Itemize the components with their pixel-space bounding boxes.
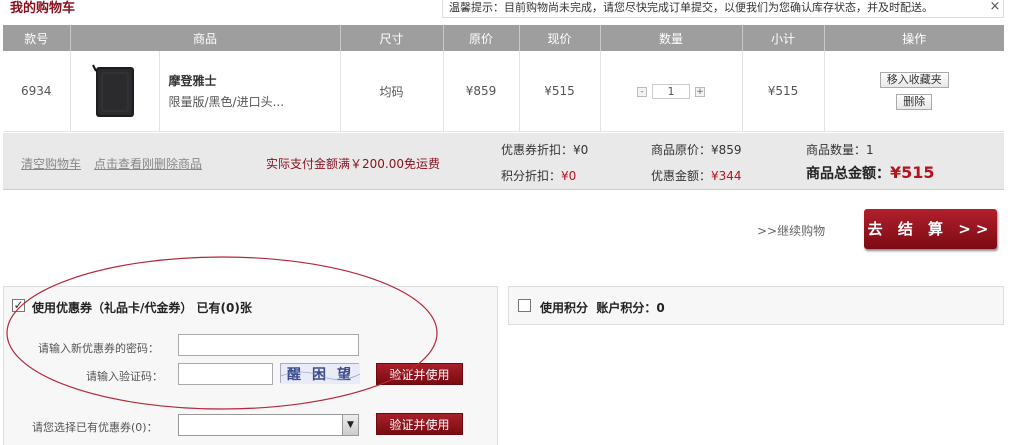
view-deleted-link[interactable]: 点击查看刚删除商品 bbox=[94, 155, 202, 172]
original-total: 商品原价：¥859 bbox=[651, 143, 742, 157]
points-discount: 积分折扣：¥0 bbox=[501, 169, 577, 183]
discount-amount: 优惠金额：¥344 bbox=[651, 169, 742, 183]
verify-use-button[interactable]: 验证并使用 bbox=[376, 363, 463, 385]
select-verify-use-button[interactable]: 验证并使用 bbox=[376, 413, 463, 435]
col-header-size: 尺寸 bbox=[340, 25, 444, 51]
current-price-cell: ¥515 bbox=[519, 51, 601, 132]
points-checkbox[interactable] bbox=[518, 299, 531, 312]
continue-shopping-link[interactable]: >>继续购物 bbox=[757, 222, 825, 239]
coupon-password-label: 请输入新优惠券的密码： bbox=[38, 342, 159, 355]
qty-minus-button[interactable]: - bbox=[637, 86, 647, 97]
move-to-favorites-button[interactable]: 移入收藏夹 bbox=[879, 72, 949, 88]
checkout-button[interactable]: 去 结 算 >> bbox=[864, 209, 997, 249]
product-cell: 摩登雅士 限量版/黑色/进口头... bbox=[70, 51, 341, 132]
item-count: 商品数量：1 bbox=[806, 143, 874, 157]
page-title: 我的购物车 bbox=[10, 1, 76, 16]
clear-cart-link[interactable]: 清空购物车 bbox=[21, 155, 81, 172]
col-header-product: 商品 bbox=[70, 25, 341, 51]
captcha-input[interactable] bbox=[178, 363, 273, 385]
svg-text:醒: 醒 bbox=[287, 367, 301, 383]
table-header-row: 款号 商品 尺寸 原价 现价 数量 小计 操作 bbox=[3, 25, 1004, 51]
summary-bar: 清空购物车 点击查看刚删除商品 实际支付金额满￥200.00免运费 优惠券折扣：… bbox=[3, 133, 1004, 190]
captcha-label: 请输入验证码： bbox=[86, 370, 163, 383]
subtotal-cell: ¥515 bbox=[742, 51, 825, 132]
points-title: 使用积分 账户积分：0 bbox=[540, 301, 665, 315]
quantity-cell: - + bbox=[600, 51, 743, 132]
original-price-cell: ¥859 bbox=[443, 51, 520, 132]
notice-tip: 温馨提示：目前购物尚未完成，请您尽快完成订单提交，以便我们为您确认库存状态，并及… bbox=[442, 0, 1004, 18]
cart-table: 款号 商品 尺寸 原价 现价 数量 小计 操作 6934 摩登雅士 限量版/黑色… bbox=[3, 25, 1004, 132]
coupon-discount: 优惠券折扣：¥0 bbox=[501, 143, 589, 157]
coupon-checkbox[interactable]: ✓ bbox=[12, 299, 25, 312]
coupon-password-input[interactable] bbox=[178, 334, 359, 356]
product-name[interactable]: 摩登雅士 bbox=[169, 72, 285, 89]
close-icon[interactable]: × bbox=[988, 0, 1002, 16]
top-bar: 我的购物车 温馨提示：目前购物尚未完成，请您尽快完成订单提交，以便我们为您确认库… bbox=[0, 0, 1023, 18]
existing-coupon-select[interactable]: ▼ bbox=[178, 414, 359, 436]
size-cell: 均码 bbox=[340, 51, 444, 132]
col-header-current-price: 现价 bbox=[519, 25, 601, 51]
free-shipping-note: 实际支付金额满￥200.00免运费 bbox=[266, 157, 440, 171]
col-header-sku: 款号 bbox=[3, 25, 71, 51]
existing-coupon-label: 请您选择已有优惠券(0)： bbox=[32, 421, 158, 434]
quantity-stepper: - + bbox=[637, 84, 705, 100]
col-header-actions: 操作 bbox=[824, 25, 1004, 51]
product-image[interactable] bbox=[91, 63, 138, 119]
captcha-image[interactable]: 醒 困 望 bbox=[280, 363, 361, 384]
grand-total: 商品总金额：¥515 bbox=[806, 163, 935, 182]
chevron-down-icon[interactable]: ▼ bbox=[342, 415, 358, 435]
coupon-title: 使用优惠券（礼品卡/代金券） 已有(0)张 bbox=[32, 301, 252, 315]
product-desc: 限量版/黑色/进口头... bbox=[168, 95, 285, 109]
col-header-subtotal: 小计 bbox=[742, 25, 825, 51]
col-header-original-price: 原价 bbox=[443, 25, 520, 51]
table-row: 6934 摩登雅士 限量版/黑色/进口头... 均码 ¥859 ¥515 - 1… bbox=[3, 51, 1004, 132]
delete-button[interactable]: 删除 bbox=[896, 94, 933, 110]
col-header-quantity: 数量 bbox=[600, 25, 743, 51]
quantity-input[interactable] bbox=[652, 84, 690, 100]
svg-text:望: 望 bbox=[337, 366, 351, 383]
sku-cell: 6934 bbox=[3, 51, 71, 132]
actions-cell: 移入收藏夹 删除 bbox=[824, 51, 1004, 132]
qty-plus-button[interactable]: + bbox=[695, 86, 705, 97]
